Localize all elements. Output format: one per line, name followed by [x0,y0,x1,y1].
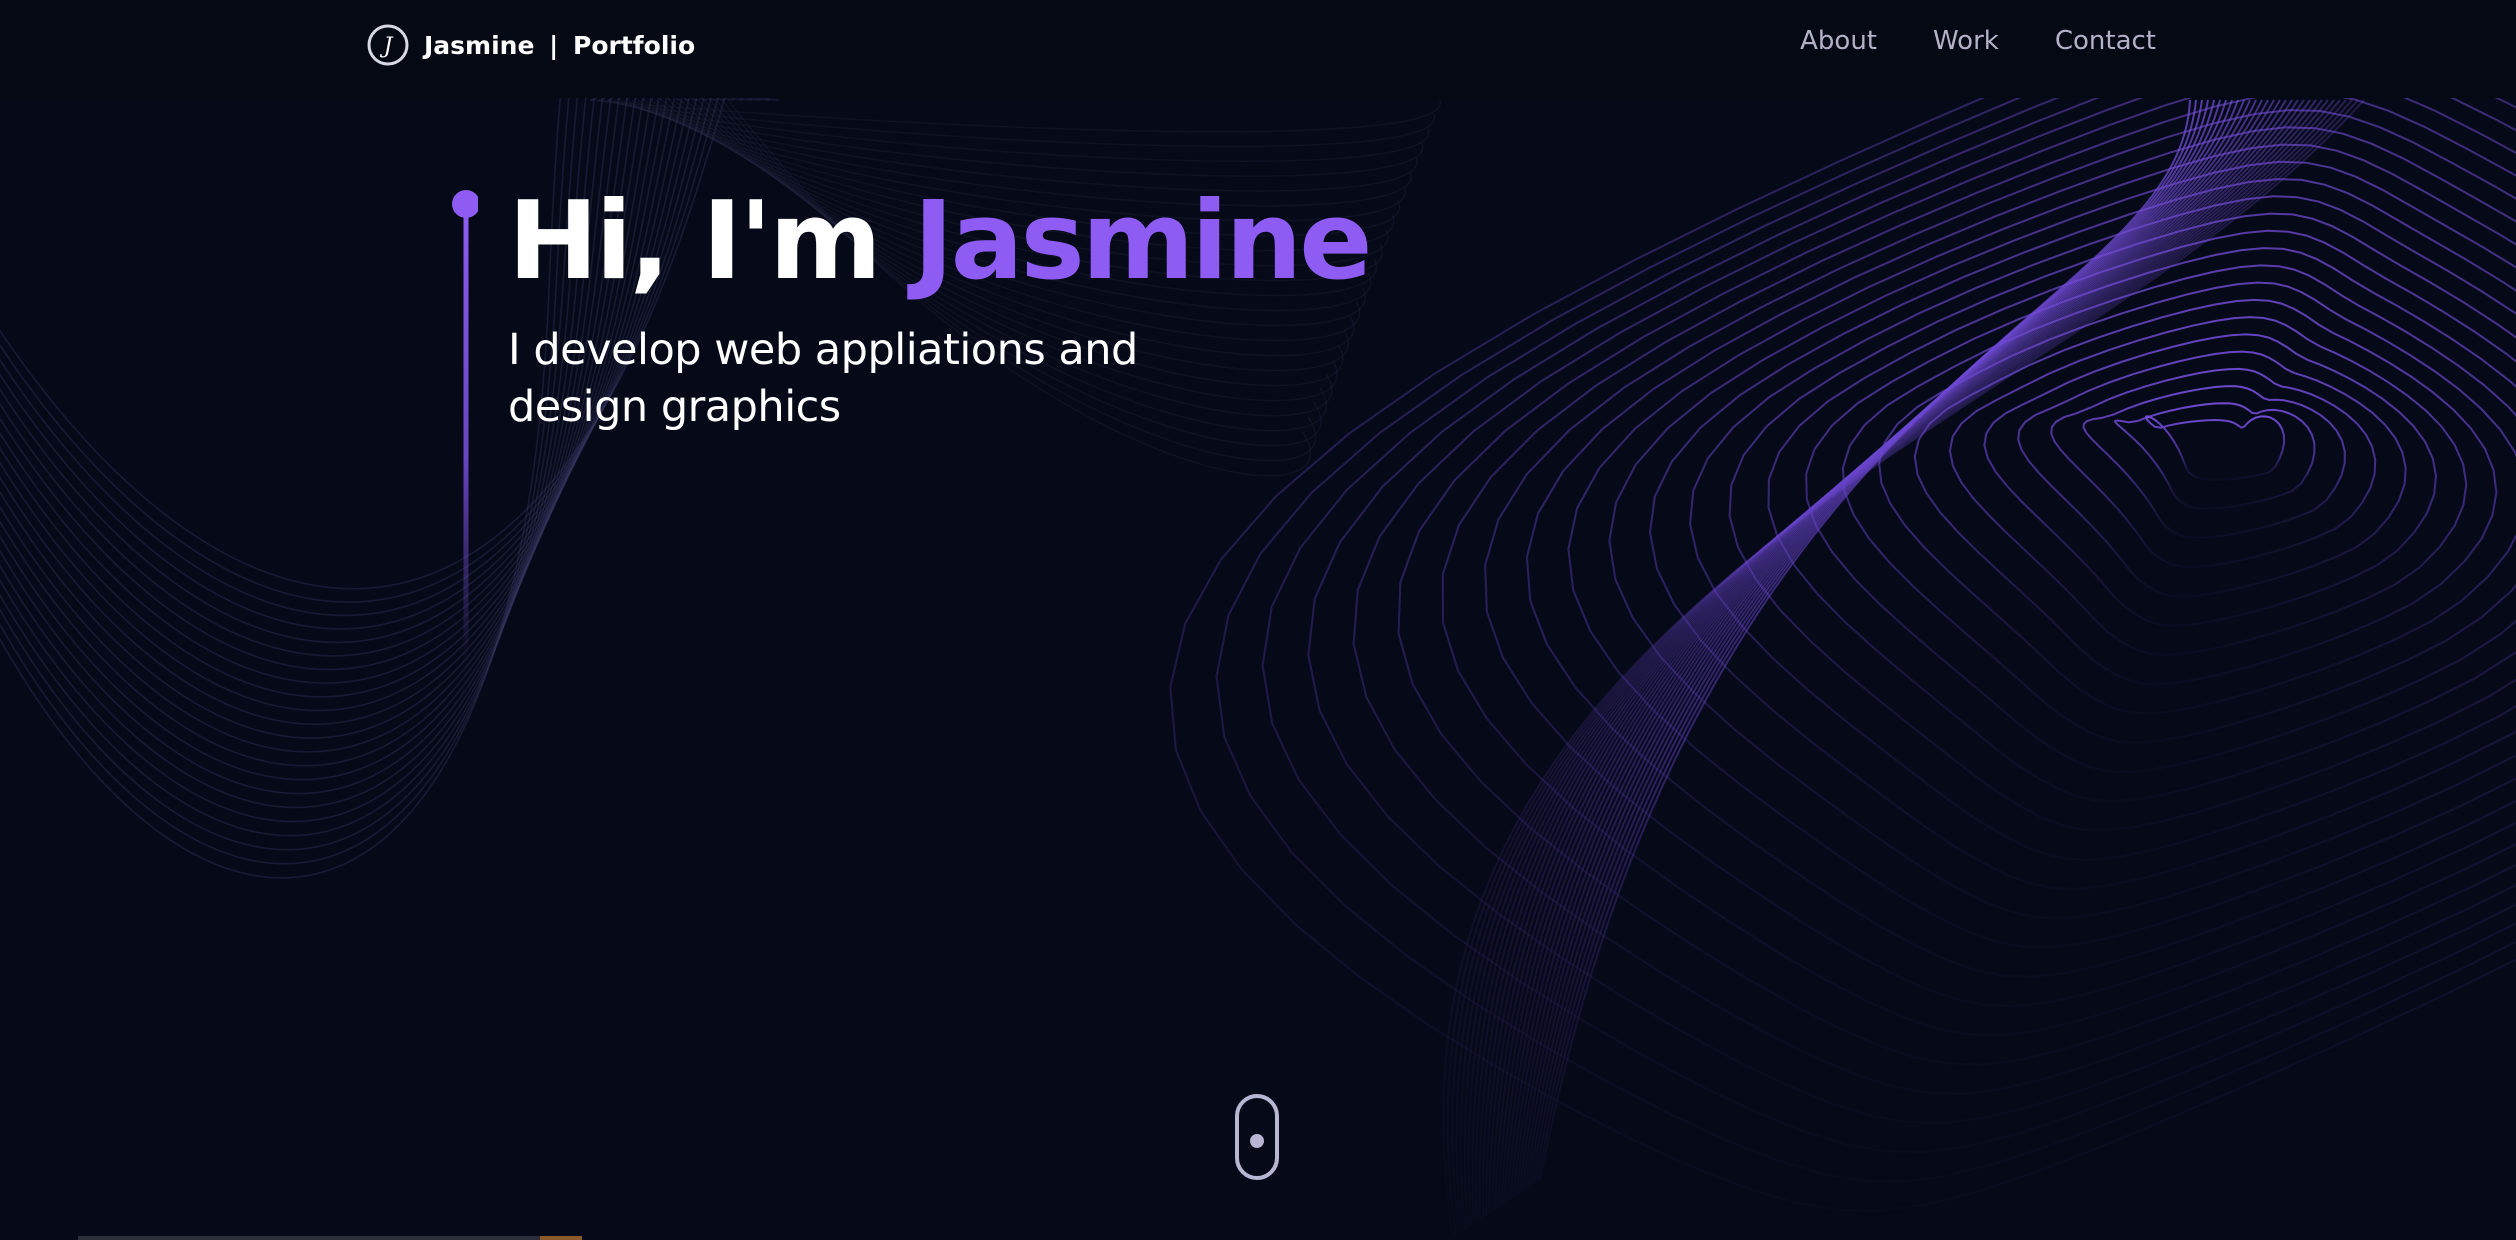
nav-link-about[interactable]: About [1800,26,1877,56]
right-contour-line [2144,415,2286,482]
right-contour-line [1878,281,2516,715]
right-strand-line [1451,99,2353,1235]
left-wave-line [0,0,780,879]
hero-title: Hi, I'm Jasmine [508,179,1372,304]
right-strand-line [1475,99,2317,1223]
hero-name: Jasmine [913,179,1372,304]
nav-link-work[interactable]: Work [1933,26,1999,56]
brand-name: Jasmine [424,30,535,60]
next-section-edge [78,1236,578,1240]
right-contour-line [1948,316,2468,656]
brand-suffix: Portfolio [573,30,696,60]
right-contour-line [1215,5,2516,1183]
mouse-scroll-icon[interactable] [1234,1093,1280,1181]
next-section-edge-accent [540,1236,582,1240]
right-strand-line [1459,99,2341,1231]
brand-separator: | [549,30,559,60]
top-navbar: J Jasmine | Portfolio About Work Contact [0,0,2516,98]
brand[interactable]: J Jasmine | Portfolio [366,23,695,67]
right-contour-line [1441,91,2516,1037]
right-strand-line [1455,99,2347,1233]
hero-greeting: Hi, I'm [508,179,914,304]
brand-title[interactable]: Jasmine | Portfolio [424,31,695,60]
logo-letter: J [380,34,394,59]
right-strand-line [1467,99,2329,1227]
main-nav: About Work Contact [1800,26,2156,56]
hero-subtitle: I develop web appliations and design gra… [508,325,1138,432]
right-strand-line [1463,99,2335,1229]
right-contour-line [1567,143,2516,949]
hero-accent-line [452,190,478,660]
right-contour-line [1805,247,2516,773]
circle-j-logo-icon[interactable]: J [366,23,410,67]
nav-link-contact[interactable]: Contact [2055,26,2156,56]
portfolio-page: J Jasmine | Portfolio About Work Contact [0,0,2516,1240]
right-strand-line [1471,99,2323,1225]
